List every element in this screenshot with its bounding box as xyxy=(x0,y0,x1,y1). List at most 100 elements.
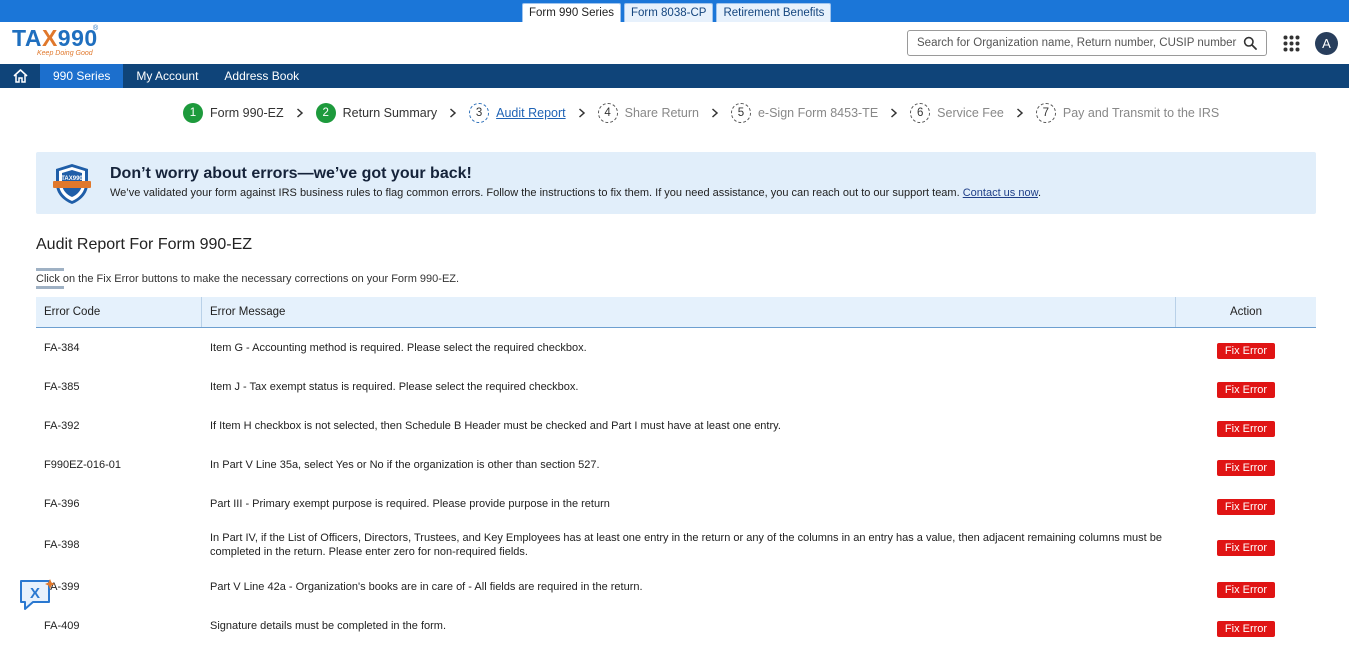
table-row: F990EZ-016-01 In Part V Line 35a, select… xyxy=(36,445,1316,484)
step-number: 1 xyxy=(183,103,203,123)
fix-error-button[interactable]: Fix Error xyxy=(1217,581,1275,598)
error-message: Item J - Tax exempt status is required. … xyxy=(210,380,579,393)
main-nav: 990 Series My Account Address Book xyxy=(0,64,1349,88)
fix-error-button[interactable]: Fix Error xyxy=(1217,498,1275,515)
home-button[interactable] xyxy=(0,64,40,88)
header-action: Action xyxy=(1230,306,1262,318)
nav-item-my-account[interactable]: My Account xyxy=(123,64,211,88)
step-label: Service Fee xyxy=(937,106,1004,120)
table-row: FA-384 Item G - Accounting method is req… xyxy=(36,328,1316,367)
table-header: Error Code Error Message Action xyxy=(36,297,1316,328)
progress-stepper: 1 Form 990-EZ 2 Return Summary 3 Audit R… xyxy=(183,102,1219,124)
header: TAX990 ® Keep Doing Good A xyxy=(0,22,1349,64)
registered-mark: ® xyxy=(93,25,99,32)
error-message: In Part IV, if the List of Officers, Dir… xyxy=(210,532,1162,558)
step-number: 2 xyxy=(315,103,336,123)
error-message: Part III - Primary exempt purpose is req… xyxy=(210,497,610,510)
product-tabs: Form 990 Series Form 8038-CP Retirement … xyxy=(522,3,832,22)
chevron-right-icon xyxy=(891,108,898,118)
step-pay-and-transmit[interactable]: 7 Pay and Transmit to the IRS xyxy=(1035,103,1219,123)
banner-text: We’ve validated your form against IRS bu… xyxy=(110,187,1041,199)
svg-text:X: X xyxy=(30,585,40,602)
error-message: Part V Line 42a - Organization's books a… xyxy=(210,580,643,593)
home-icon xyxy=(12,69,28,83)
step-number: 6 xyxy=(910,103,931,123)
product-tab-form-990-series[interactable]: Form 990 Series xyxy=(522,3,622,22)
step-label: Form 990-EZ xyxy=(210,106,284,120)
fix-error-button[interactable]: Fix Error xyxy=(1217,620,1275,637)
page-title: Audit Report For Form 990-EZ xyxy=(36,236,253,253)
table-row: FA-396 Part III - Primary exempt purpose… xyxy=(36,484,1316,523)
nav-item-990-series[interactable]: 990 Series xyxy=(40,64,124,88)
table-row: FA-392 If Item H checkbox is not selecte… xyxy=(36,406,1316,445)
step-number: 5 xyxy=(730,103,751,123)
action-cell: Fix Error xyxy=(1176,376,1316,398)
banner-message: We’ve validated your form against IRS bu… xyxy=(110,187,960,199)
step-number: 7 xyxy=(1035,103,1056,123)
header-error-code: Error Code xyxy=(36,297,202,327)
avatar[interactable]: A xyxy=(1315,32,1338,55)
step-return-summary[interactable]: 2 Return Summary xyxy=(315,103,438,123)
logo-tagline: Keep Doing Good xyxy=(37,50,93,57)
step-form-990-ez[interactable]: 1 Form 990-EZ xyxy=(183,103,284,123)
instructions-text: Click on the Fix Error buttons to make t… xyxy=(36,273,460,285)
apps-grid-icon[interactable] xyxy=(1283,35,1300,52)
step-audit-report[interactable]: 3 Audit Report xyxy=(469,103,566,123)
error-code: FA-384 xyxy=(44,341,80,354)
table-row: FA-409 Signature details must be complet… xyxy=(36,606,1316,645)
nav-item-address-book[interactable]: Address Book xyxy=(211,64,312,88)
error-code: FA-396 xyxy=(44,497,80,510)
chevron-right-icon xyxy=(1016,108,1023,118)
fix-error-button[interactable]: Fix Error xyxy=(1217,342,1275,359)
chevron-right-icon xyxy=(450,108,457,118)
step-number: 4 xyxy=(597,103,618,123)
contact-us-link[interactable]: Contact us now xyxy=(963,187,1038,199)
action-cell: Fix Error xyxy=(1176,576,1316,598)
logo[interactable]: TAX990 ® Keep Doing Good xyxy=(12,25,102,62)
search-input[interactable] xyxy=(917,37,1243,49)
step-label: Share Return xyxy=(624,106,699,120)
chevron-right-icon xyxy=(711,108,719,118)
banner-title: Don’t worry about errors—we’ve got your … xyxy=(110,165,472,182)
step-label: Return Summary xyxy=(342,106,438,120)
step-number: 3 xyxy=(469,103,490,123)
title-underline xyxy=(36,258,96,289)
error-code: FA-409 xyxy=(44,619,80,632)
error-message: If Item H checkbox is not selected, then… xyxy=(210,419,781,432)
error-message: Item G - Accounting method is required. … xyxy=(210,341,587,354)
audit-errors-table: Error Code Error Message Action FA-384 I… xyxy=(36,297,1316,645)
fix-error-button[interactable]: Fix Error xyxy=(1217,381,1275,398)
step-service-fee[interactable]: 6 Service Fee xyxy=(910,103,1004,123)
error-code: FA-399 xyxy=(44,580,80,593)
chevron-right-icon xyxy=(578,108,585,118)
action-cell: Fix Error xyxy=(1176,454,1316,476)
product-strip: Form 990 Series Form 8038-CP Retirement … xyxy=(0,0,1349,22)
action-cell: Fix Error xyxy=(1176,415,1316,437)
header-error-message: Error Message xyxy=(202,297,1176,327)
chevron-right-icon xyxy=(296,108,303,118)
fix-error-button[interactable]: Fix Error xyxy=(1217,420,1275,437)
chat-assistant-icon[interactable]: X xyxy=(17,577,57,613)
search-icon[interactable] xyxy=(1243,36,1257,50)
action-cell: Fix Error xyxy=(1176,534,1316,556)
step-label: e-Sign Form 8453-TE xyxy=(757,106,879,120)
step-esign-form[interactable]: 5 e-Sign Form 8453-TE xyxy=(730,103,879,123)
action-cell: Fix Error xyxy=(1176,493,1316,515)
step-share-return[interactable]: 4 Share Return xyxy=(597,103,699,123)
error-message: In Part V Line 35a, select Yes or No if … xyxy=(210,458,600,471)
table-row: FA-398 In Part IV, if the List of Office… xyxy=(36,523,1316,567)
error-code: FA-398 xyxy=(44,539,80,551)
fix-error-button[interactable]: Fix Error xyxy=(1217,540,1275,556)
error-message: Signature details must be completed in t… xyxy=(210,619,447,632)
product-tab-form-8038-cp[interactable]: Form 8038-CP xyxy=(624,3,714,22)
search-box[interactable] xyxy=(907,30,1267,56)
svg-text:TAX990: TAX990 xyxy=(61,176,83,182)
banner-link-suffix: . xyxy=(1037,187,1041,199)
info-banner: TAX990 Don’t worry about errors—we’ve go… xyxy=(36,152,1316,214)
fix-error-button[interactable]: Fix Error xyxy=(1217,459,1275,476)
product-tab-retirement-benefits[interactable]: Retirement Benefits xyxy=(716,3,832,22)
error-code: FA-385 xyxy=(44,380,80,393)
table-row: FA-385 Item J - Tax exempt status is req… xyxy=(36,367,1316,406)
shield-badge-icon: TAX990 xyxy=(53,164,91,204)
logo-text: TAX990 xyxy=(12,25,98,51)
